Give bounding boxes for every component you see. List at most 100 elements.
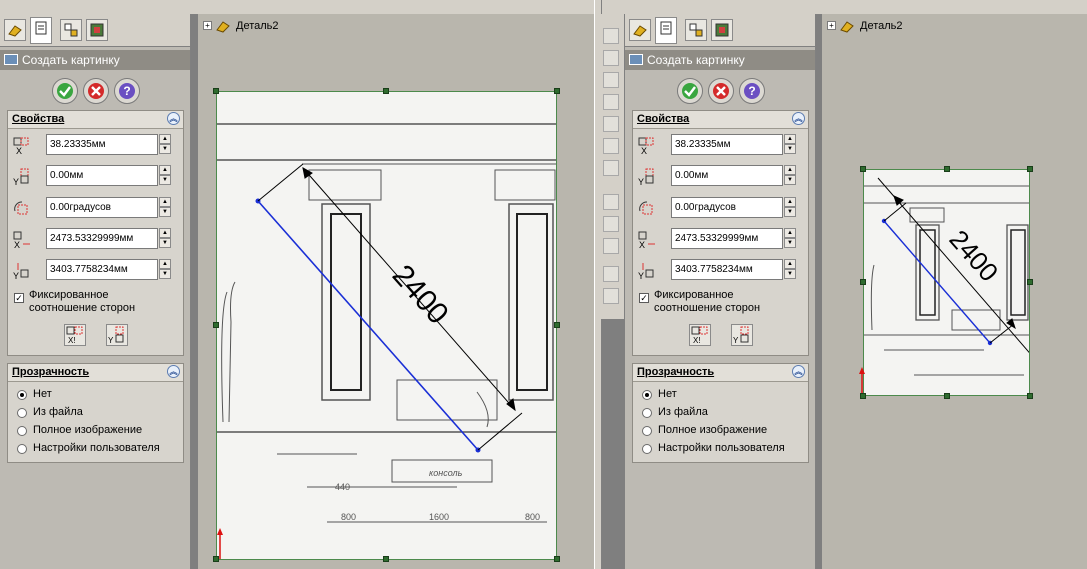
width-field[interactable]: 2473.53329999мм [46, 228, 158, 249]
dimension-value[interactable]: 2400 [944, 224, 1005, 287]
collapse-icon[interactable]: ︽ [167, 112, 180, 125]
graphics-area-left[interactable]: + Деталь2 консоль 440 800 1600 800 2400 [198, 14, 594, 569]
flip-vertical-button[interactable]: Y [731, 324, 753, 346]
resize-handle[interactable] [944, 393, 950, 399]
shaded-icon[interactable] [603, 288, 619, 304]
y-position-field[interactable]: 0.00мм [46, 165, 158, 186]
height-spinner[interactable]: ▲ ▼ [784, 259, 796, 280]
radio-none[interactable] [642, 390, 652, 400]
resize-handle[interactable] [554, 322, 560, 328]
flip-horizontal-button[interactable]: X! [689, 324, 711, 346]
resize-handle[interactable] [383, 556, 389, 562]
collapse-icon[interactable]: ︽ [792, 112, 805, 125]
dimension-value[interactable]: 2400 [386, 259, 455, 331]
radio-from-file[interactable] [642, 408, 652, 418]
y-position-field[interactable]: 0.00мм [671, 165, 783, 186]
height-spinner[interactable]: ▲ ▼ [159, 259, 171, 280]
resize-handle[interactable] [213, 322, 219, 328]
angle-field[interactable]: 0.00градусов [671, 197, 783, 218]
property-manager-tab-icon[interactable] [30, 17, 52, 44]
collapse-icon[interactable]: ︽ [792, 365, 805, 378]
help-button[interactable]: ? [739, 78, 765, 104]
resize-handle[interactable] [383, 88, 389, 94]
radio-user-settings[interactable] [17, 444, 27, 454]
x-position-field[interactable]: 38.23335мм [46, 134, 158, 155]
y-position-spinner[interactable]: ▲ ▼ [784, 165, 796, 186]
relations-icon[interactable] [603, 238, 619, 254]
x-position-spinner[interactable]: ▲ ▼ [159, 134, 171, 155]
ok-button[interactable] [677, 78, 703, 104]
radio-full-image[interactable] [17, 426, 27, 436]
angle-spinner[interactable]: ▲ ▼ [159, 197, 171, 218]
y-position-row: Y 0.00мм ▲ ▼ [8, 165, 185, 189]
expand-icon[interactable]: + [827, 21, 836, 30]
display-manager-tab-icon[interactable] [86, 19, 108, 41]
resize-handle[interactable] [860, 166, 866, 172]
flip-horizontal-button[interactable]: X! [64, 324, 86, 346]
view-right-icon[interactable] [603, 94, 619, 110]
y-position-spinner[interactable]: ▲ ▼ [159, 165, 171, 186]
view-iso-icon[interactable] [603, 160, 619, 176]
radio-full-image[interactable] [642, 426, 652, 436]
radio-from-file-label: Из файла [658, 406, 708, 418]
smart-dimension-icon[interactable] [603, 216, 619, 232]
resize-handle[interactable] [1027, 166, 1033, 172]
radio-none[interactable] [17, 390, 27, 400]
properties-header: Свойства [12, 113, 65, 125]
radio-from-file[interactable] [17, 408, 27, 418]
angle-spinner[interactable]: ▲ ▼ [784, 197, 796, 218]
feature-manager-tab-icon[interactable] [4, 19, 26, 41]
lock-aspect-checkbox[interactable]: ✓ [639, 293, 649, 303]
lock-aspect-label: Фиксированное соотношение сторон [29, 289, 136, 314]
view-top-icon[interactable] [603, 116, 619, 132]
sketch-tool-icon[interactable] [603, 194, 619, 210]
height-field[interactable]: 3403.7758234мм [671, 259, 783, 280]
radio-user-settings[interactable] [642, 444, 652, 454]
lock-aspect-checkbox[interactable]: ✓ [14, 293, 24, 303]
view-bottom-icon[interactable] [603, 138, 619, 154]
expand-icon[interactable]: + [203, 21, 212, 30]
resize-handle[interactable] [1027, 393, 1033, 399]
display-icon[interactable] [603, 266, 619, 282]
width-spinner[interactable]: ▲ ▼ [784, 228, 796, 249]
resize-handle[interactable] [1027, 279, 1033, 285]
resize-handle[interactable] [944, 166, 950, 172]
resize-handle[interactable] [213, 88, 219, 94]
x-position-field[interactable]: 38.23335мм [671, 134, 783, 155]
width-field[interactable]: 2473.53329999мм [671, 228, 783, 249]
configuration-manager-tab-icon[interactable] [685, 19, 707, 41]
view-front-icon[interactable] [603, 28, 619, 44]
view-left-icon[interactable] [603, 72, 619, 88]
configuration-manager-tab-icon[interactable] [60, 19, 82, 41]
feature-tree-root[interactable]: + Деталь2 [203, 20, 323, 34]
x-position-spinner[interactable]: ▲ ▼ [784, 134, 796, 155]
cancel-button[interactable] [83, 78, 109, 104]
width-row: X 2473.53329999мм ▲ ▼ [8, 228, 185, 252]
resize-handle[interactable] [554, 556, 560, 562]
property-manager-tab-icon[interactable] [655, 17, 677, 44]
feature-tree-root[interactable]: + Деталь2 [827, 20, 947, 34]
display-manager-tab-icon[interactable] [711, 19, 733, 41]
picture-icon [4, 54, 18, 65]
close-icon [713, 83, 729, 99]
resize-handle[interactable] [554, 88, 560, 94]
resize-handle[interactable] [860, 393, 866, 399]
calibration-line[interactable] [257, 200, 479, 451]
resize-handle[interactable] [213, 556, 219, 562]
graphics-area-right[interactable]: + Деталь2 2400 [822, 14, 1087, 569]
ok-button[interactable] [52, 78, 78, 104]
height-field[interactable]: 3403.7758234мм [46, 259, 158, 280]
height-row: Y 3403.7758234мм ▲ ▼ [8, 259, 185, 283]
view-back-icon[interactable] [603, 50, 619, 66]
angle-field[interactable]: 0.00градусов [46, 197, 158, 218]
flip-vertical-button[interactable]: Y [106, 324, 128, 346]
feature-manager-tab-icon[interactable] [629, 19, 651, 41]
collapse-icon[interactable]: ︽ [167, 365, 180, 378]
resize-handle[interactable] [860, 279, 866, 285]
dimension-annotation[interactable] [257, 163, 523, 451]
picture-sketch[interactable]: консоль 440 800 1600 800 2400 [216, 91, 557, 560]
picture-sketch[interactable]: 2400 [863, 169, 1030, 396]
help-button[interactable]: ? [114, 78, 140, 104]
cancel-button[interactable] [708, 78, 734, 104]
width-spinner[interactable]: ▲ ▼ [159, 228, 171, 249]
